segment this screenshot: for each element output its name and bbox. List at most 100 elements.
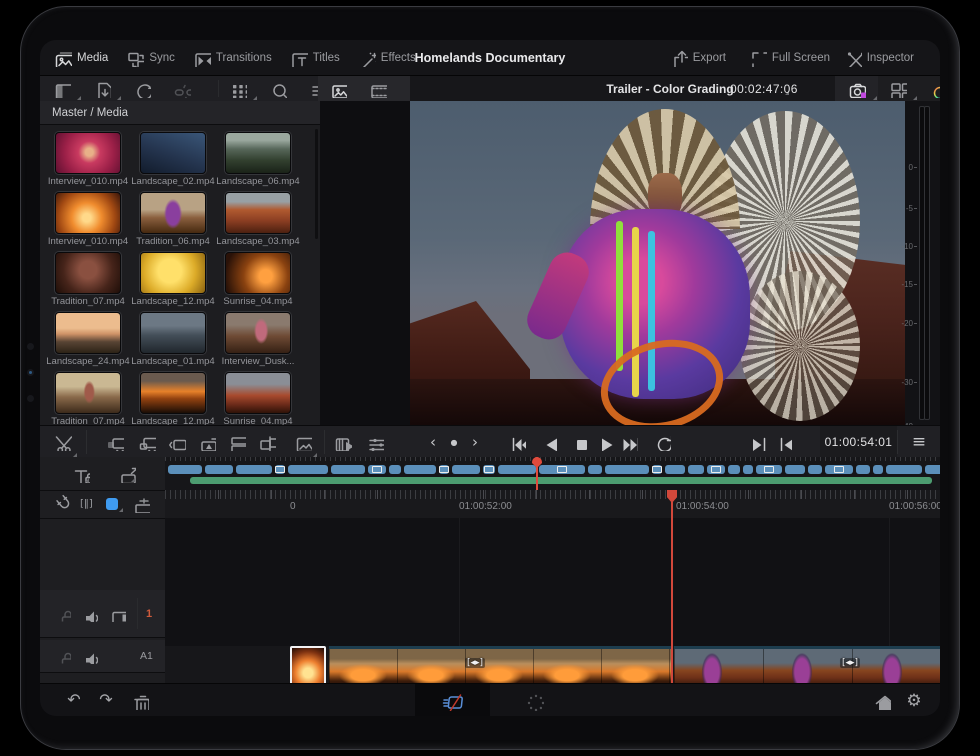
clip-view-options-button[interactable]: [218, 76, 258, 101]
viewer-timecode[interactable]: 00:02:47:06: [730, 82, 822, 96]
undo-button[interactable]: ↶: [58, 684, 90, 716]
delete-button[interactable]: [124, 684, 156, 716]
smooth-cut-button[interactable]: [288, 426, 318, 458]
timeline-video-clip[interactable]: [674, 646, 940, 683]
media-clip-thumbnail: [140, 132, 206, 174]
clip-overlay-button[interactable]: [118, 465, 136, 483]
settings-button[interactable]: ⚙: [898, 684, 930, 716]
bin-sidebar-button[interactable]: [42, 76, 82, 101]
color-page-icon: [524, 691, 544, 711]
track-height-button[interactable]: [132, 495, 150, 513]
color-enhance-button[interactable]: [918, 76, 940, 101]
timeline-video-clip[interactable]: [290, 646, 326, 683]
timeline-options-button[interactable]: ≡: [904, 426, 934, 458]
jog-forward-button[interactable]: ›: [466, 426, 484, 458]
tab-media[interactable]: Media: [54, 49, 108, 67]
media-clip[interactable]: Landscape_12.mp4: [131, 371, 216, 425]
meter-tick-label: -10: [901, 242, 913, 251]
audio-track-lock-button[interactable]: [56, 649, 71, 664]
color-page-tab[interactable]: [518, 684, 550, 716]
video-track-enable-button[interactable]: [110, 606, 126, 622]
media-clip[interactable]: Sunrise_04.mp4: [216, 371, 301, 425]
jog-shuttle-button[interactable]: ●: [445, 426, 463, 458]
resync-media-button[interactable]: [122, 76, 162, 101]
media-clip[interactable]: Landscape_02.mp4: [131, 131, 216, 191]
media-clip[interactable]: Interview_Dusk...: [216, 311, 301, 371]
media-clip-name: Tradition_07.mp4: [46, 416, 134, 425]
minimap-clip-segment: [652, 465, 662, 474]
minimap-clip-segment: [368, 465, 386, 474]
viewer-canvas[interactable]: [410, 101, 905, 425]
media-clip[interactable]: Tradition_06.mp4: [131, 191, 216, 251]
ripple-overwrite-button[interactable]: [252, 426, 282, 458]
edit-toolbar: ‹ ● ›: [40, 425, 940, 459]
go-to-start-button[interactable]: [502, 426, 532, 458]
overwrite-clip-button[interactable]: [132, 426, 162, 458]
media-clip[interactable]: Sunrise_04.mp4: [216, 251, 301, 311]
gear-icon: ⚙: [906, 692, 921, 709]
add-marker-button[interactable]: [106, 495, 124, 513]
media-clip[interactable]: Landscape_03.mp4: [216, 191, 301, 251]
video-track-audio-button[interactable]: [82, 606, 98, 622]
media-clip[interactable]: Landscape_12.mp4: [131, 251, 216, 311]
append-clip-button[interactable]: [222, 426, 252, 458]
loop-button[interactable]: [647, 426, 677, 458]
place-on-top-button[interactable]: [192, 426, 222, 458]
still-image-icon: [294, 433, 312, 451]
snapping-button[interactable]: [52, 495, 70, 513]
media-grid-scrollbar[interactable]: [315, 129, 318, 239]
filmstrip-view-button[interactable]: [358, 76, 398, 101]
bin-breadcrumb[interactable]: Master / Media: [40, 101, 320, 125]
inspector-button[interactable]: Inspector: [844, 49, 914, 67]
go-to-end-button[interactable]: [614, 426, 644, 458]
camera-button[interactable]: [835, 76, 878, 101]
source-tape-button[interactable]: [328, 426, 358, 458]
cut-page-tab[interactable]: [415, 684, 490, 716]
multicam-button[interactable]: [878, 76, 918, 101]
redo-button[interactable]: ↷: [90, 684, 122, 716]
jump-to-marker-button[interactable]: [‖]: [80, 499, 93, 510]
media-clip[interactable]: Tradition_07.mp4: [46, 371, 131, 425]
play-reverse-button[interactable]: [534, 426, 564, 458]
audio-track-mute-button[interactable]: [82, 648, 98, 664]
media-clip[interactable]: Tradition_07.mp4: [46, 251, 131, 311]
transitions-icon: [193, 49, 211, 67]
minimap-playhead[interactable]: [536, 457, 538, 490]
timeline-minimap[interactable]: [165, 457, 940, 491]
trim-mode-button[interactable]: [72, 465, 90, 483]
media-clip[interactable]: Landscape_24.mp4: [46, 311, 131, 371]
jog-reverse-button[interactable]: ‹: [424, 426, 442, 458]
minimap-clip-segment: [205, 465, 233, 474]
relink-media-button[interactable]: [162, 76, 202, 101]
media-clip[interactable]: Landscape_01.mp4: [131, 311, 216, 371]
timeline-ruler[interactable]: 001:00:52:0001:00:54:0001:00:56:00: [165, 490, 940, 519]
minimap-clip-segment: [483, 465, 495, 474]
media-clip[interactable]: Interview_010.mp4: [46, 191, 131, 251]
fullscreen-button[interactable]: Full Screen: [749, 49, 830, 67]
tab-transitions[interactable]: Transitions: [193, 49, 272, 67]
tools-button[interactable]: [360, 426, 390, 458]
timeline-playhead[interactable]: [671, 490, 673, 683]
media-clip[interactable]: Landscape_06.mp4: [216, 131, 301, 191]
media-clip[interactable]: Interview_010.mp4: [46, 131, 131, 191]
tab-titles[interactable]: Titles: [290, 49, 340, 67]
home-button[interactable]: [866, 684, 898, 716]
tab-effects[interactable]: Effects: [358, 49, 416, 67]
stop-icon: [570, 433, 588, 451]
insert-clip-button[interactable]: [100, 426, 130, 458]
media-clip-thumbnail: [55, 312, 121, 354]
meter-tick-mark: [914, 246, 917, 247]
replace-clip-button[interactable]: [162, 426, 192, 458]
export-button[interactable]: Export: [670, 49, 726, 67]
timeline-timecode[interactable]: 01:00:54:01: [820, 426, 897, 458]
import-media-button[interactable]: [82, 76, 122, 101]
thumbnail-view-button[interactable]: [318, 76, 358, 101]
search-button[interactable]: [258, 76, 298, 101]
marker-jump-glyph: [‖]: [80, 499, 93, 510]
split-clip-button[interactable]: [48, 426, 78, 458]
tab-sync[interactable]: Sync: [126, 49, 175, 67]
timeline-video-clip[interactable]: [329, 646, 671, 683]
video-track-lock-button[interactable]: [56, 606, 71, 621]
media-clip-thumbnail: [55, 132, 121, 174]
previous-edit-button[interactable]: [768, 426, 798, 458]
